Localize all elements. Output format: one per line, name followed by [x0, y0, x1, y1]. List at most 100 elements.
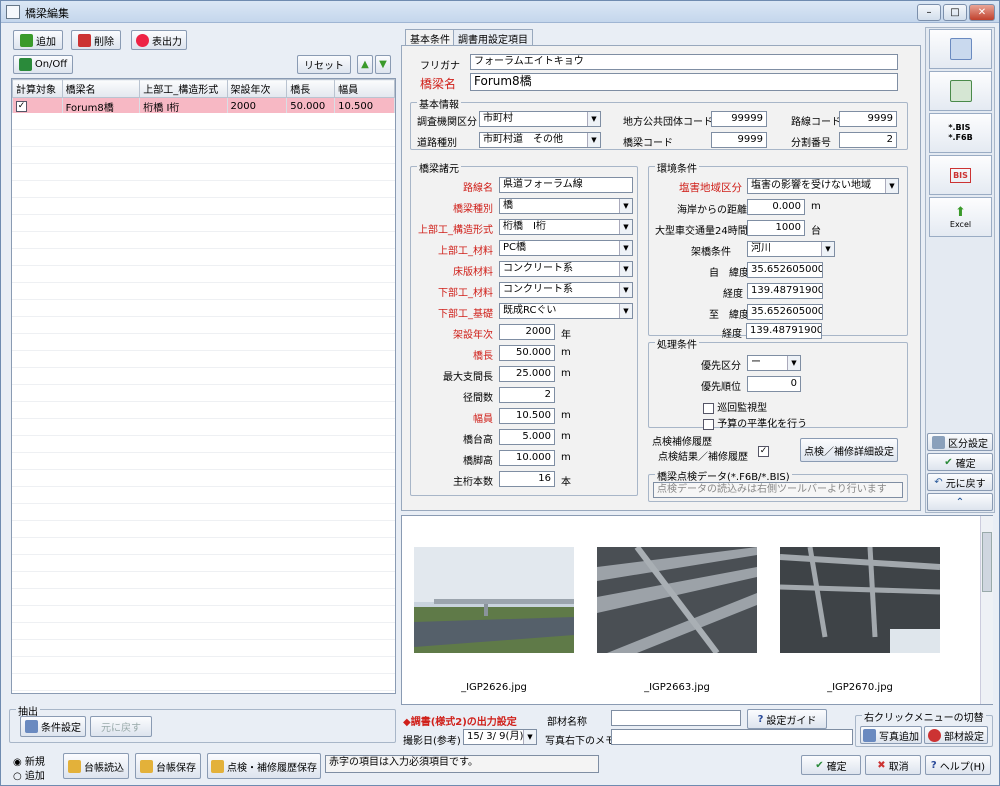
excel-button[interactable]: ⬆ Excel [929, 197, 992, 237]
part-set-button[interactable]: 部材設定 [924, 726, 988, 744]
from-lat-input[interactable]: 35.652605000 [747, 262, 823, 278]
photo-thumb-1[interactable] [414, 547, 574, 653]
prio-select[interactable]: ー ▼ [747, 355, 801, 371]
shogen-num-input[interactable]: 5.000 [499, 429, 555, 445]
save-ledger-button[interactable]: 台帳保存 [135, 753, 201, 779]
split-label: 分割番号 [791, 138, 831, 149]
date-select[interactable]: 15/ 3/ 9(月) ▼ [463, 729, 537, 745]
shogen-select[interactable]: コンクリート系 ▼ [499, 261, 633, 277]
col-calc[interactable]: 計算対象 [12, 79, 63, 98]
modoru-button[interactable]: ↶ 元に戻す [927, 473, 993, 491]
tab-report[interactable]: 調書用設定項目 [453, 29, 533, 46]
data-group: 橋梁点検データ(*.F6B/*.BIS) 点検データの読込みは右側ツールバーより… [648, 468, 908, 502]
shogen-select[interactable]: 橋 ▼ [499, 198, 633, 214]
dropdown-icon: ▼ [587, 112, 600, 126]
shogen-num-input[interactable]: 10.000 [499, 450, 555, 466]
budget-box[interactable] [703, 418, 714, 430]
save-history-button[interactable]: 点検・補修履歴保存 [207, 753, 321, 779]
kakutei-button[interactable]: ✔ 確定 [927, 453, 993, 471]
shogen-num-input[interactable]: 16 [499, 471, 555, 487]
kubun-button[interactable]: 区分設定 [927, 433, 993, 451]
condition-button[interactable]: 条件設定 [20, 716, 86, 737]
graph-icon[interactable] [929, 71, 992, 111]
route-input[interactable]: 9999 [839, 111, 897, 127]
maximize-button[interactable]: □ [943, 4, 967, 21]
detail-button[interactable]: 点検／補修詳細設定 [800, 438, 898, 462]
col-width[interactable]: 幅員 [334, 79, 395, 98]
shogen-value: 橋 [503, 200, 513, 211]
part-input[interactable] [611, 710, 741, 726]
shogen-select[interactable]: 既成RCぐい ▼ [499, 303, 633, 319]
kankyo-title: 環境条件 [655, 160, 699, 175]
bis-f6b-label: *.BIS *.F6B [948, 123, 973, 142]
order-input[interactable]: 0 [747, 376, 801, 392]
patrol-checkbox[interactable]: 巡回監視型 [703, 399, 767, 414]
shogen-num-input[interactable]: 25.000 [499, 366, 555, 382]
from-lon-input[interactable]: 139.487919000 [747, 283, 823, 299]
delete-button[interactable]: 削除 [71, 30, 121, 50]
org-select[interactable]: 市町村 ▼ [479, 111, 601, 127]
kakutei-check-icon: ✔ [944, 456, 953, 468]
salt-select[interactable]: 塩害の影響を受けない地域 ▼ [747, 178, 899, 194]
extract-back-button[interactable]: 元に戻す [90, 716, 152, 737]
result-box[interactable]: ✓ [758, 446, 769, 457]
to-lat-input[interactable]: 35.652605000 [747, 304, 823, 320]
result-checkbox[interactable]: ✓ [758, 446, 769, 458]
photo-add-button[interactable]: 写真追加 [860, 726, 922, 744]
traffic-input[interactable]: 1000 [747, 220, 805, 236]
split-input[interactable]: 2 [839, 132, 897, 148]
shogen-select[interactable]: PC橋 ▼ [499, 240, 633, 256]
bridgecode-input[interactable]: 9999 [711, 132, 767, 148]
furigana-input[interactable]: フォーラムエイトキョウ [470, 54, 898, 70]
shogen-num-input[interactable]: 10.500 [499, 408, 555, 424]
shogen-select[interactable]: 桁橋 I桁 ▼ [499, 219, 633, 235]
close-button[interactable]: ✕ [969, 4, 995, 21]
bis-button[interactable]: BIS [929, 155, 992, 195]
shogen-num-input[interactable]: 2000 [499, 324, 555, 340]
pubcode-input[interactable]: 99999 [711, 111, 767, 127]
chart-icon[interactable] [929, 29, 992, 69]
photo-thumb-2[interactable] [597, 547, 757, 653]
row-checkbox[interactable]: ✓ [16, 100, 27, 112]
shogen-num-input[interactable]: 2 [499, 387, 555, 403]
guide-button[interactable]: ? 設定ガイド [747, 709, 827, 729]
shogen-num-input[interactable]: 50.000 [499, 345, 555, 361]
move-up-icon[interactable]: ▲ [357, 55, 373, 74]
onoff-button[interactable]: On/Off [13, 55, 73, 74]
cross-select[interactable]: 河川 ▼ [747, 241, 835, 257]
col-struct[interactable]: 上部工_構造形式 [139, 79, 228, 98]
collapse-up-icon[interactable]: ⌃ [927, 493, 993, 511]
radio-new[interactable]: ◉ 新規 [13, 753, 45, 768]
col-name[interactable]: 橋梁名 [61, 79, 141, 98]
to-lon-input[interactable]: 139.487919000 [746, 323, 822, 339]
output-button[interactable]: 表出力 [131, 30, 187, 50]
budget-checkbox[interactable]: 予算の平準化を行う [703, 415, 807, 430]
date-value: 15/ 3/ 9(月) [467, 731, 524, 742]
delete-label: 削除 [94, 36, 114, 48]
photo-thumb-3[interactable] [780, 547, 940, 653]
dropdown-icon: ▼ [619, 199, 632, 213]
shogen-input[interactable]: 県道フォーラム線 [499, 177, 633, 193]
photo-scrollbar[interactable] [980, 516, 993, 704]
import-bis-f6b-button[interactable]: *.BIS *.F6B [929, 113, 992, 153]
shogen-select[interactable]: コンクリート系 ▼ [499, 282, 633, 298]
move-down-icon[interactable]: ▼ [375, 55, 391, 74]
col-year[interactable]: 架設年次 [226, 79, 288, 98]
col-length[interactable]: 橋長 [286, 79, 336, 98]
memo-input[interactable] [611, 729, 853, 745]
scroll-thumb[interactable] [982, 532, 992, 592]
minimize-button[interactable]: – [917, 4, 941, 21]
cancel-button[interactable]: ✖ 取消 [865, 755, 921, 775]
name-input[interactable]: Forum8橋 [470, 73, 898, 91]
part-label: 部材名称 [547, 717, 587, 728]
add-button[interactable]: 追加 [13, 30, 63, 50]
sea-input[interactable]: 0.000 [747, 199, 805, 215]
reset-button[interactable]: リセット [297, 55, 351, 74]
radio-add[interactable]: ○ 追加 [13, 767, 45, 782]
patrol-box[interactable] [703, 402, 714, 414]
help-button[interactable]: ? ヘルプ(H) [925, 755, 991, 775]
ok-button[interactable]: ✔ 確定 [801, 755, 861, 775]
roadtype-select[interactable]: 市町村道 その他 ▼ [479, 132, 601, 148]
load-ledger-button[interactable]: 台帳読込 [63, 753, 129, 779]
shogen-num-label: 最大支間長 [443, 372, 493, 383]
